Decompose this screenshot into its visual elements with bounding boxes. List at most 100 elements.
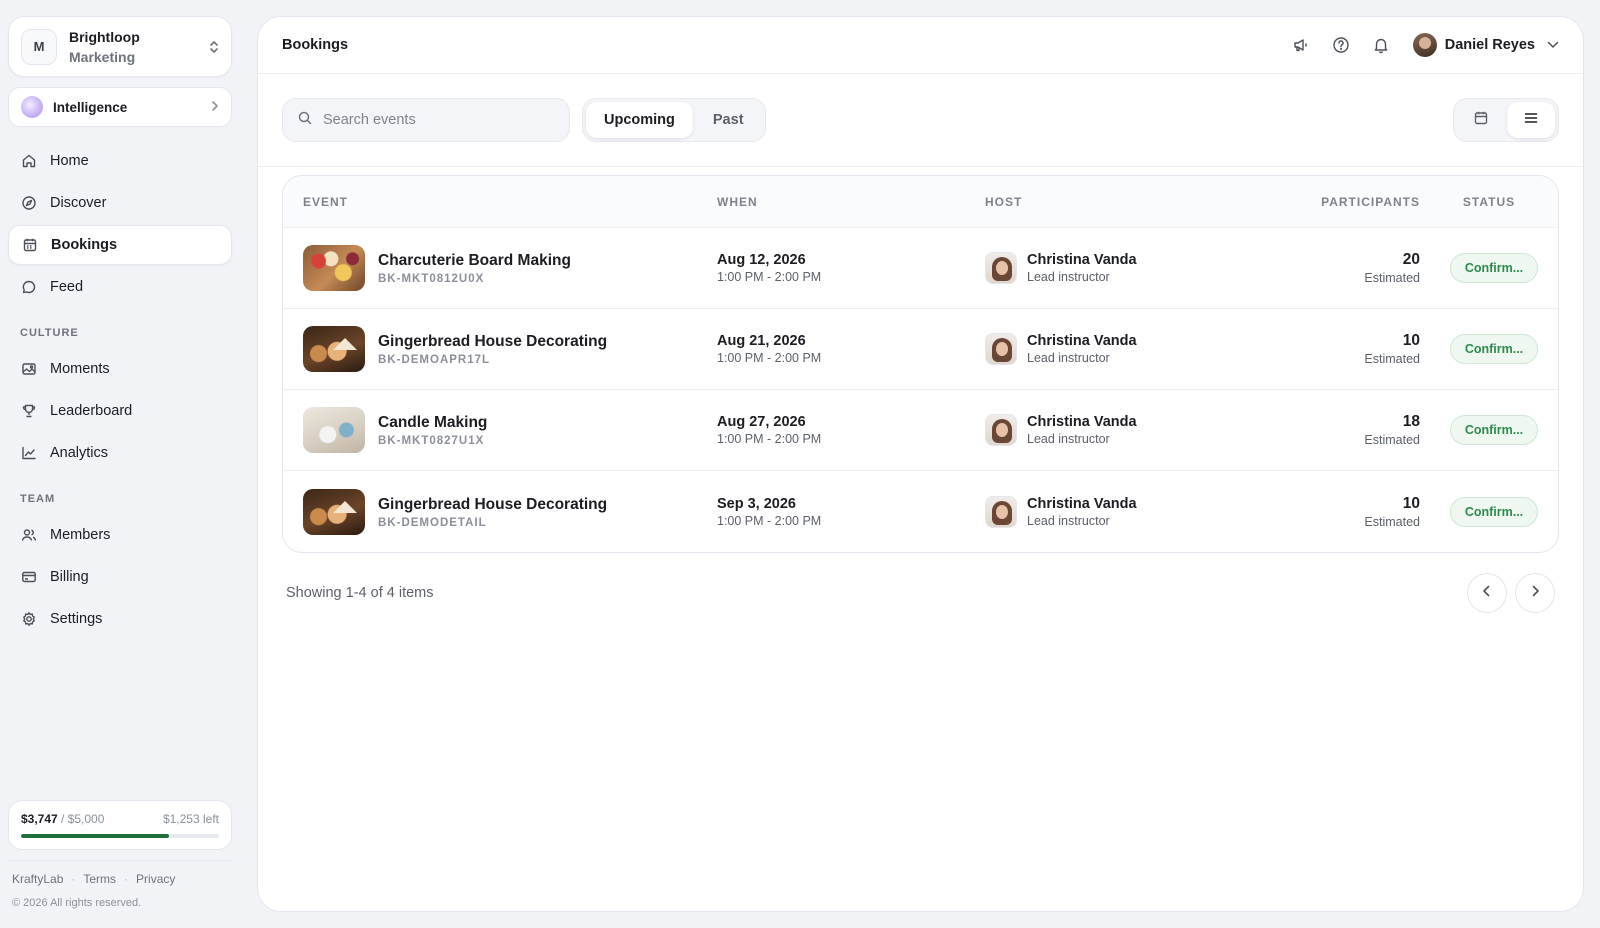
list-view-button[interactable] bbox=[1507, 102, 1555, 138]
top-bar: Bookings Daniel Reyes bbox=[258, 17, 1583, 74]
copyright: © 2026 All rights reserved. bbox=[12, 897, 142, 909]
event-name: Gingerbread House Decorating bbox=[378, 495, 608, 513]
sidebar-item-label: Settings bbox=[50, 611, 103, 627]
next-page-button[interactable] bbox=[1515, 573, 1555, 613]
time-filter-tabs: Upcoming Past bbox=[582, 98, 766, 142]
event-name: Gingerbread House Decorating bbox=[378, 333, 608, 350]
host-avatar bbox=[985, 414, 1017, 446]
search-icon bbox=[297, 110, 313, 131]
tab-upcoming[interactable]: Upcoming bbox=[586, 102, 693, 138]
sidebar-divider bbox=[8, 860, 232, 861]
status-badge: Confirm... bbox=[1450, 496, 1538, 527]
host-name: Christina Vanda bbox=[1027, 333, 1137, 349]
event-date: Aug 12, 2026 bbox=[717, 252, 806, 268]
bell-icon[interactable] bbox=[1371, 35, 1391, 55]
footer-brand-link[interactable]: KraftyLab bbox=[12, 872, 63, 886]
participant-count: 20 bbox=[1402, 251, 1420, 268]
intelligence-orb-icon bbox=[21, 96, 43, 118]
org-subtitle: Marketing bbox=[69, 48, 136, 65]
calendar-icon bbox=[21, 236, 39, 254]
search-input[interactable] bbox=[323, 112, 555, 128]
sidebar-item-label: Analytics bbox=[50, 445, 109, 461]
sidebar-item-label: Moments bbox=[50, 361, 110, 377]
table-row[interactable]: Candle Making BK-MKT0827U1X Aug 27, 2026… bbox=[283, 390, 1558, 471]
sidebar-item-settings[interactable]: Settings bbox=[8, 599, 232, 639]
search-box bbox=[282, 98, 570, 142]
column-header-event: EVENT bbox=[303, 194, 349, 209]
sidebar-item-label: Bookings bbox=[51, 237, 118, 253]
main-nav: Home Discover Bookings Feed CULTURE Mome… bbox=[8, 141, 232, 639]
host-role: Lead instructor bbox=[1027, 513, 1110, 528]
participant-label: Estimated bbox=[1364, 352, 1420, 366]
budget-progress-bar bbox=[21, 834, 219, 838]
table-header: EVENT WHEN HOST PARTICIPANTS STATUS bbox=[283, 176, 1558, 228]
host-name: Christina Vanda bbox=[1027, 495, 1137, 512]
sidebar-item-leaderboard[interactable]: Leaderboard bbox=[8, 391, 232, 431]
sidebar-item-label: Leaderboard bbox=[50, 403, 133, 419]
event-name: Charcuterie Board Making bbox=[378, 252, 571, 269]
participant-count: 10 bbox=[1402, 494, 1420, 512]
status-badge: Confirm... bbox=[1450, 334, 1538, 364]
sidebar-item-label: Home bbox=[50, 153, 89, 169]
footer-terms-link[interactable]: Terms bbox=[83, 872, 116, 886]
tab-past[interactable]: Past bbox=[695, 102, 762, 138]
chevron-down-icon bbox=[1547, 38, 1559, 52]
compass-icon bbox=[20, 194, 38, 212]
event-date: Aug 27, 2026 bbox=[717, 414, 806, 430]
participant-label: Estimated bbox=[1364, 271, 1420, 285]
budget-spent: $3,747 bbox=[21, 812, 58, 826]
gear-icon bbox=[20, 610, 38, 628]
status-badge: Confirm... bbox=[1450, 253, 1538, 283]
sidebar-item-bookings[interactable]: Bookings bbox=[8, 225, 232, 265]
user-menu[interactable]: Daniel Reyes bbox=[1412, 33, 1559, 57]
sidebar-item-discover[interactable]: Discover bbox=[8, 183, 232, 223]
sidebar-item-moments[interactable]: Moments bbox=[8, 349, 232, 389]
intelligence-label: Intelligence bbox=[53, 99, 128, 115]
participant-count: 18 bbox=[1402, 413, 1420, 430]
sidebar-item-billing[interactable]: Billing bbox=[8, 557, 232, 597]
table-row[interactable]: Gingerbread House Decorating BK-DEMOAPR1… bbox=[283, 309, 1558, 390]
home-icon bbox=[20, 152, 38, 170]
sidebar-item-analytics[interactable]: Analytics bbox=[8, 433, 232, 473]
event-time: 1:00 PM - 2:00 PM bbox=[717, 270, 822, 284]
help-icon[interactable] bbox=[1331, 35, 1351, 55]
sidebar-item-label: Discover bbox=[50, 195, 107, 211]
event-thumbnail bbox=[303, 245, 365, 291]
event-time: 1:00 PM - 2:00 PM bbox=[717, 513, 822, 528]
sidebar-item-members[interactable]: Members bbox=[8, 515, 232, 555]
main-panel: Bookings Daniel Reyes Upcoming Past bbox=[257, 16, 1584, 912]
participant-label: Estimated bbox=[1364, 514, 1420, 529]
pagination: Showing 1-4 of 4 items bbox=[258, 573, 1583, 613]
sidebar-item-feed[interactable]: Feed bbox=[8, 267, 232, 307]
credit-card-icon bbox=[20, 568, 38, 586]
users-icon bbox=[20, 526, 38, 544]
event-name: Candle Making bbox=[378, 414, 488, 431]
announcement-icon[interactable] bbox=[1291, 35, 1311, 55]
budget-progress-fill bbox=[21, 834, 170, 838]
footer-privacy-link[interactable]: Privacy bbox=[136, 872, 175, 886]
event-time: 1:00 PM - 2:00 PM bbox=[717, 432, 822, 446]
booking-code: BK-MKT0812U0X bbox=[378, 273, 485, 285]
sidebar-item-home[interactable]: Home bbox=[8, 141, 232, 181]
column-header-status: STATUS bbox=[1462, 194, 1516, 209]
budget-remaining: $1,253 left bbox=[162, 812, 219, 826]
table-row[interactable]: Charcuterie Board Making BK-MKT0812U0X A… bbox=[283, 228, 1558, 309]
host-role: Lead instructor bbox=[1027, 351, 1110, 365]
booking-code: BK-DEMOAPR17L bbox=[378, 354, 491, 366]
event-date: Sep 3, 2026 bbox=[717, 495, 796, 512]
event-thumbnail bbox=[303, 488, 365, 535]
event-thumbnail bbox=[303, 407, 365, 453]
trophy-icon bbox=[20, 402, 38, 420]
event-time: 1:00 PM - 2:00 PM bbox=[717, 351, 822, 365]
nav-section-team: TEAM bbox=[20, 493, 56, 505]
table-row[interactable]: Gingerbread House Decorating BK-DEMODETA… bbox=[283, 471, 1558, 552]
column-header-participants: PARTICIPANTS bbox=[1321, 194, 1420, 209]
org-name: Brightloop bbox=[69, 28, 140, 45]
participant-label: Estimated bbox=[1364, 433, 1420, 447]
footer-links: KraftyLab · Terms · Privacy bbox=[12, 872, 176, 886]
calendar-view-button[interactable] bbox=[1457, 102, 1505, 138]
previous-page-button[interactable] bbox=[1467, 573, 1507, 613]
intelligence-button[interactable]: Intelligence bbox=[8, 87, 232, 127]
org-avatar: M bbox=[21, 28, 57, 65]
org-switcher[interactable]: M Brightloop Marketing bbox=[8, 16, 232, 77]
